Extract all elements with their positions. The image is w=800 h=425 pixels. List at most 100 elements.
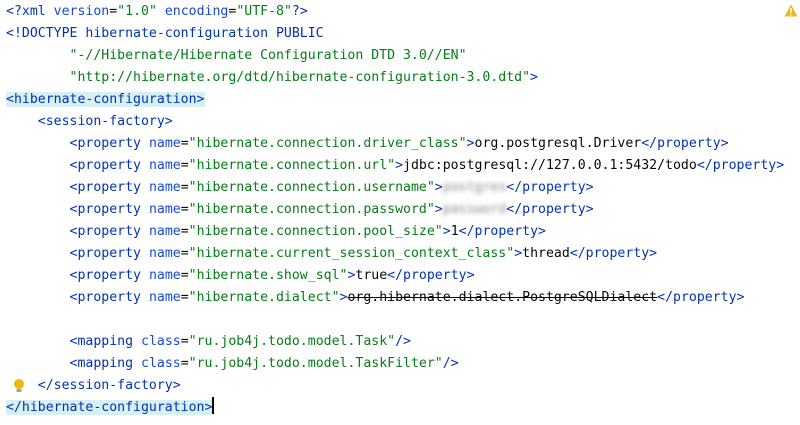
code-token: version (45, 4, 110, 19)
code-token: </session-factory> (37, 378, 181, 393)
code-token: class (133, 334, 181, 349)
code-token: /> (395, 334, 411, 349)
warning-triangle-icon[interactable] (784, 4, 798, 17)
code-token: = (180, 136, 189, 151)
code-text: <property name="hibernate.show_sql">true… (6, 265, 475, 287)
code-text: <property name="hibernate.connection.poo… (6, 221, 546, 243)
code-token: <property (69, 202, 141, 217)
code-token: = (180, 356, 189, 371)
code-token: "UTF-8" (236, 4, 292, 19)
code-token: = (109, 4, 118, 19)
code-text: "http://hibernate.org/dtd/hibernate-conf… (6, 67, 538, 89)
code-text: <property name="hibernate.connection.url… (6, 155, 785, 177)
code-token: true (355, 268, 388, 283)
code-token: "ru.job4j.todo.model.TaskFilter" (188, 356, 443, 371)
code-token: org.hibernate.dialect.PostgreSQLDialect (347, 290, 658, 305)
code-token: = (180, 158, 189, 173)
code-token: <property (69, 268, 141, 283)
code-token: <mapping (69, 356, 134, 371)
code-token: > (442, 224, 451, 239)
code-token: "hibernate.dialect" (188, 290, 340, 305)
code-token: </property> (506, 202, 594, 217)
code-token: <property (69, 290, 141, 305)
code-token: <?xml (6, 4, 46, 19)
code-token: > (466, 136, 475, 151)
code-token: name (141, 290, 181, 305)
code-line[interactable]: <property name="hibernate.connection.url… (0, 155, 785, 177)
code-text: <property name="hibernate.current_sessio… (6, 243, 658, 265)
code-text: </session-factory> (6, 375, 181, 397)
code-token: name (141, 158, 181, 173)
code-token: "1.0" (117, 4, 157, 19)
code-token: <mapping (69, 334, 134, 349)
code-line[interactable]: <property name="hibernate.connection.dri… (0, 133, 780, 155)
code-text: <mapping class="ru.job4j.todo.model.Task… (6, 331, 411, 353)
code-line[interactable]: <property name="hibernate.dialect">org.h… (0, 287, 780, 309)
code-line[interactable]: <mapping class="ru.job4j.todo.model.Task… (0, 353, 780, 375)
code-token: </property> (458, 224, 546, 239)
code-token: </hibernate-configuration> (6, 400, 213, 415)
code-token: > (395, 158, 404, 173)
code-token: password (442, 202, 507, 217)
code-text: <hibernate-configuration> (6, 89, 205, 111)
code-token: thread (522, 246, 570, 261)
code-line[interactable]: <!DOCTYPE hibernate-configuration PUBLIC (0, 23, 780, 45)
code-line[interactable] (0, 309, 780, 331)
code-token: <property (69, 246, 141, 261)
code-token: name (141, 224, 181, 239)
code-token: </property> (506, 180, 594, 195)
code-token: = (180, 180, 189, 195)
code-line[interactable]: </hibernate-configuration> (0, 397, 780, 419)
code-token: > (434, 180, 443, 195)
code-line[interactable]: <hibernate-configuration> (0, 89, 780, 111)
code-token: = (180, 334, 189, 349)
text-caret (212, 397, 215, 414)
code-text: </hibernate-configuration> (6, 397, 215, 419)
code-token: "hibernate.connection.pool_size" (188, 224, 443, 239)
code-token: = (180, 224, 189, 239)
code-token: <session-factory> (37, 114, 173, 129)
code-text: <?xml version="1.0" encoding="UTF-8"?> (6, 1, 308, 23)
code-line[interactable]: </session-factory> (0, 375, 780, 397)
code-line[interactable]: <property name="hibernate.show_sql">true… (0, 265, 780, 287)
code-token: = (180, 246, 189, 261)
code-token: > (434, 202, 443, 217)
code-token: name (141, 268, 181, 283)
code-token: </property> (569, 246, 658, 261)
code-line[interactable]: <property name="hibernate.connection.use… (0, 177, 780, 199)
code-token: /> (442, 356, 459, 371)
code-token: "hibernate.connection.url" (188, 158, 396, 173)
code-editor[interactable]: <?xml version="1.0" encoding="UTF-8"?> <!… (0, 0, 800, 425)
code-token: <!DOCTYPE hibernate-configuration PUBLIC (6, 26, 324, 41)
code-text: <!DOCTYPE hibernate-configuration PUBLIC (6, 23, 324, 45)
code-line[interactable]: <property name="hibernate.connection.pas… (0, 199, 780, 221)
code-line[interactable]: "http://hibernate.org/dtd/hibernate-conf… (0, 67, 780, 89)
code-token: > (514, 246, 523, 261)
code-token: "hibernate.show_sql" (188, 268, 348, 283)
code-text: <property name="hibernate.connection.dri… (6, 133, 729, 155)
code-line[interactable]: <?xml version="1.0" encoding="UTF-8"?> (0, 1, 780, 23)
code-text: "-//Hibernate/Hibernate Configuration DT… (6, 45, 467, 67)
code-token: name (141, 202, 181, 217)
code-text: <property name="hibernate.connection.use… (6, 177, 594, 199)
code-token: "-//Hibernate/Hibernate Configuration DT… (69, 48, 467, 63)
code-line[interactable]: "-//Hibernate/Hibernate Configuration DT… (0, 45, 780, 67)
code-token: = (180, 290, 189, 305)
code-line[interactable]: <property name="hibernate.current_sessio… (0, 243, 780, 265)
code-text: <session-factory> (6, 111, 173, 133)
code-token: class (133, 356, 181, 371)
code-token: > (530, 70, 538, 85)
code-line[interactable]: <session-factory> (0, 111, 780, 133)
code-token: </property> (657, 290, 745, 305)
code-token: ?> (291, 4, 308, 19)
code-token: org.postgresql.Driver (474, 136, 642, 151)
code-text: <mapping class="ru.job4j.todo.model.Task… (6, 353, 459, 375)
code-token: <property (69, 136, 141, 151)
code-token: name (141, 180, 181, 195)
code-token: <property (69, 224, 141, 239)
code-line[interactable]: <mapping class="ru.job4j.todo.model.Task… (0, 331, 780, 353)
code-line[interactable]: <property name="hibernate.connection.poo… (0, 221, 780, 243)
code-token: name (141, 136, 181, 151)
code-token: = (180, 202, 189, 217)
code-token: </property> (387, 268, 475, 283)
